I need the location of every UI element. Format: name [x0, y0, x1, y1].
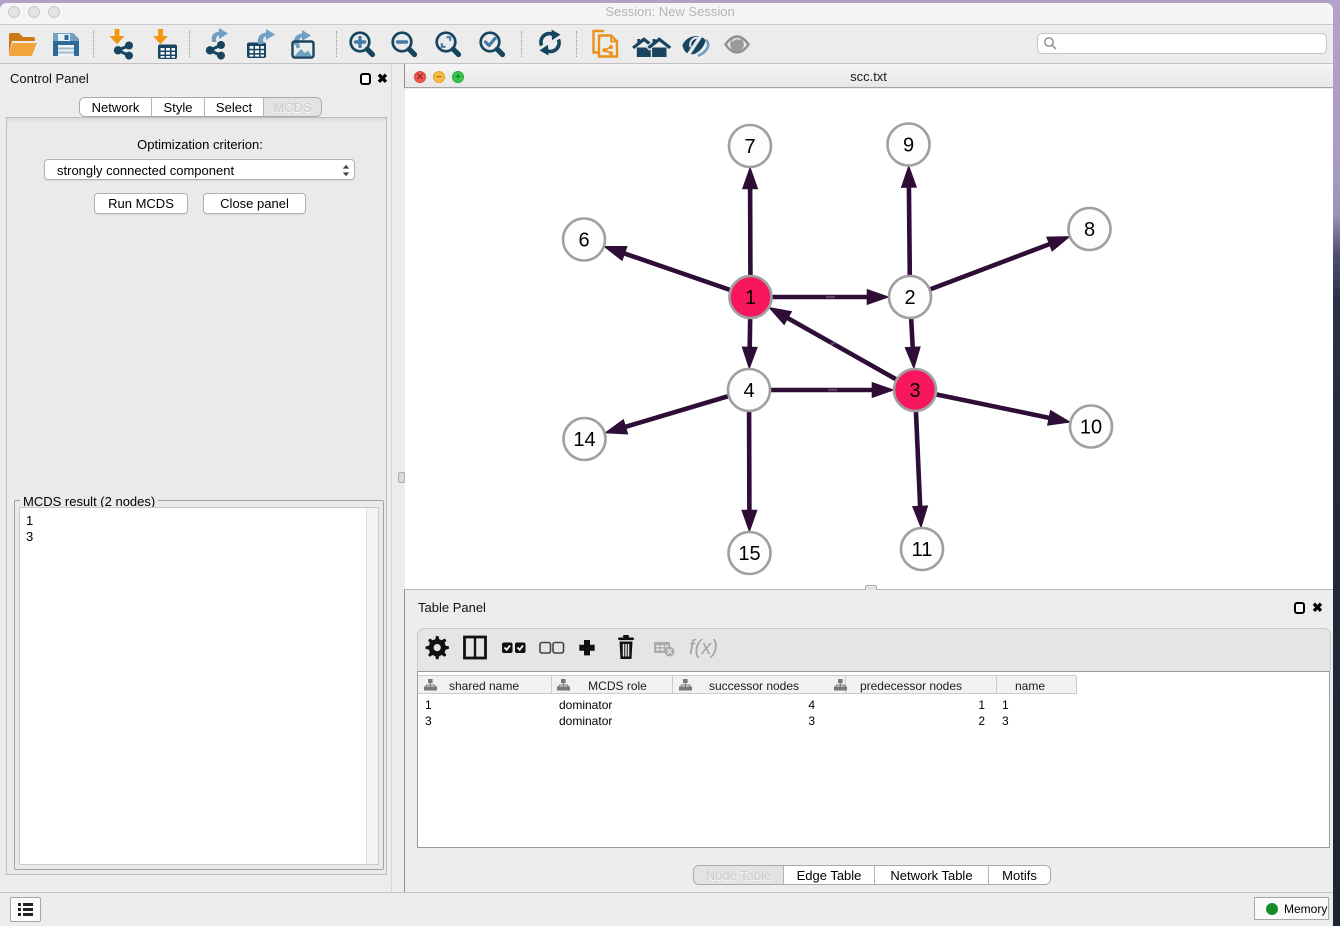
svg-text:14: 14: [573, 429, 595, 451]
svg-text:f(x): f(x): [689, 637, 718, 659]
svg-text:6: 6: [578, 230, 589, 252]
svg-text:2: 2: [904, 287, 915, 309]
svg-text:3: 3: [909, 380, 920, 402]
svg-text:1: 1: [745, 287, 756, 309]
svg-text:8: 8: [1084, 219, 1095, 241]
svg-text:11: 11: [912, 539, 933, 561]
svg-text:10: 10: [1080, 417, 1102, 439]
svg-text:7: 7: [744, 136, 755, 158]
svg-text:15: 15: [738, 543, 760, 565]
svg-text:9: 9: [903, 135, 914, 157]
svg-text:4: 4: [743, 380, 754, 402]
